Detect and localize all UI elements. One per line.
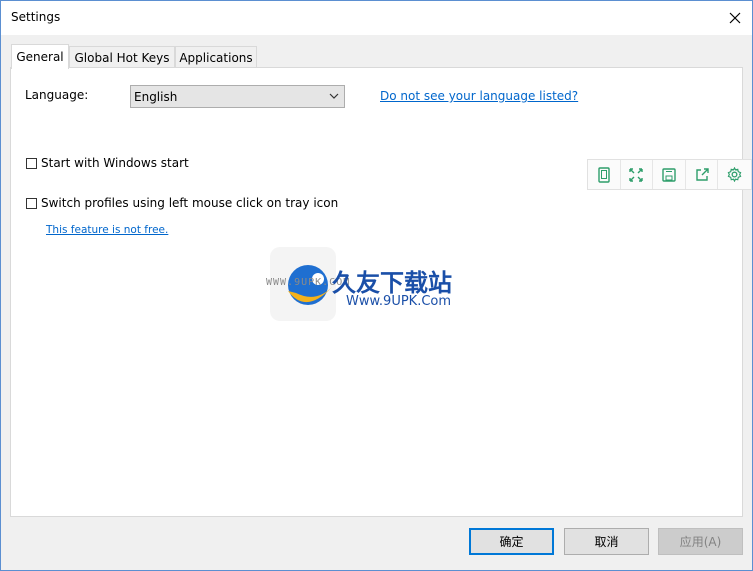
floating-toolbar [587, 159, 752, 190]
start-with-windows-row[interactable]: Start with Windows start [26, 156, 189, 170]
language-not-listed-link[interactable]: Do not see your language listed? [380, 89, 578, 103]
close-icon [729, 12, 741, 24]
feature-not-free-link[interactable]: This feature is not free. [46, 224, 168, 236]
apply-button[interactable]: 应用(A) [658, 528, 743, 555]
language-select[interactable]: English [130, 85, 345, 108]
tab-applications[interactable]: Applications [175, 46, 257, 68]
close-button[interactable] [718, 1, 752, 35]
watermark-url-text: Www.9UPK.Com [346, 294, 452, 309]
language-label: Language: [25, 88, 89, 102]
ok-button[interactable]: 确定 [469, 528, 554, 555]
watermark-brand-text: 久友下载站 [332, 269, 452, 297]
chevron-down-icon [329, 93, 339, 99]
start-with-windows-checkbox[interactable] [26, 157, 37, 169]
settings-window: Settings General Global Hot Keys Applica… [0, 0, 753, 571]
share-icon [695, 167, 709, 181]
toolbar-device-button[interactable] [588, 160, 621, 189]
switch-profiles-checkbox[interactable] [26, 197, 37, 209]
toolbar-save-button[interactable] [653, 160, 686, 189]
gear-icon [727, 167, 742, 182]
watermark: WWW.9UPK.COM 久友下载站 Www.9UPK.Com [266, 241, 486, 327]
tab-global-hot-keys[interactable]: Global Hot Keys [69, 46, 175, 68]
toolbar-settings-button[interactable] [718, 160, 751, 189]
expand-icon [629, 167, 644, 182]
start-with-windows-label: Start with Windows start [41, 156, 189, 170]
toolbar-share-button[interactable] [686, 160, 719, 189]
window-title: Settings [11, 10, 61, 24]
cancel-button[interactable]: 取消 [564, 528, 649, 555]
switch-profiles-label: Switch profiles using left mouse click o… [41, 196, 339, 210]
save-icon [662, 167, 676, 182]
language-select-value: English [134, 90, 178, 104]
toolbar-expand-button[interactable] [621, 160, 654, 189]
tab-general[interactable]: General [11, 44, 69, 69]
phone-icon [598, 166, 610, 183]
title-bar: Settings [1, 1, 752, 35]
switch-profiles-row[interactable]: Switch profiles using left mouse click o… [26, 196, 338, 210]
